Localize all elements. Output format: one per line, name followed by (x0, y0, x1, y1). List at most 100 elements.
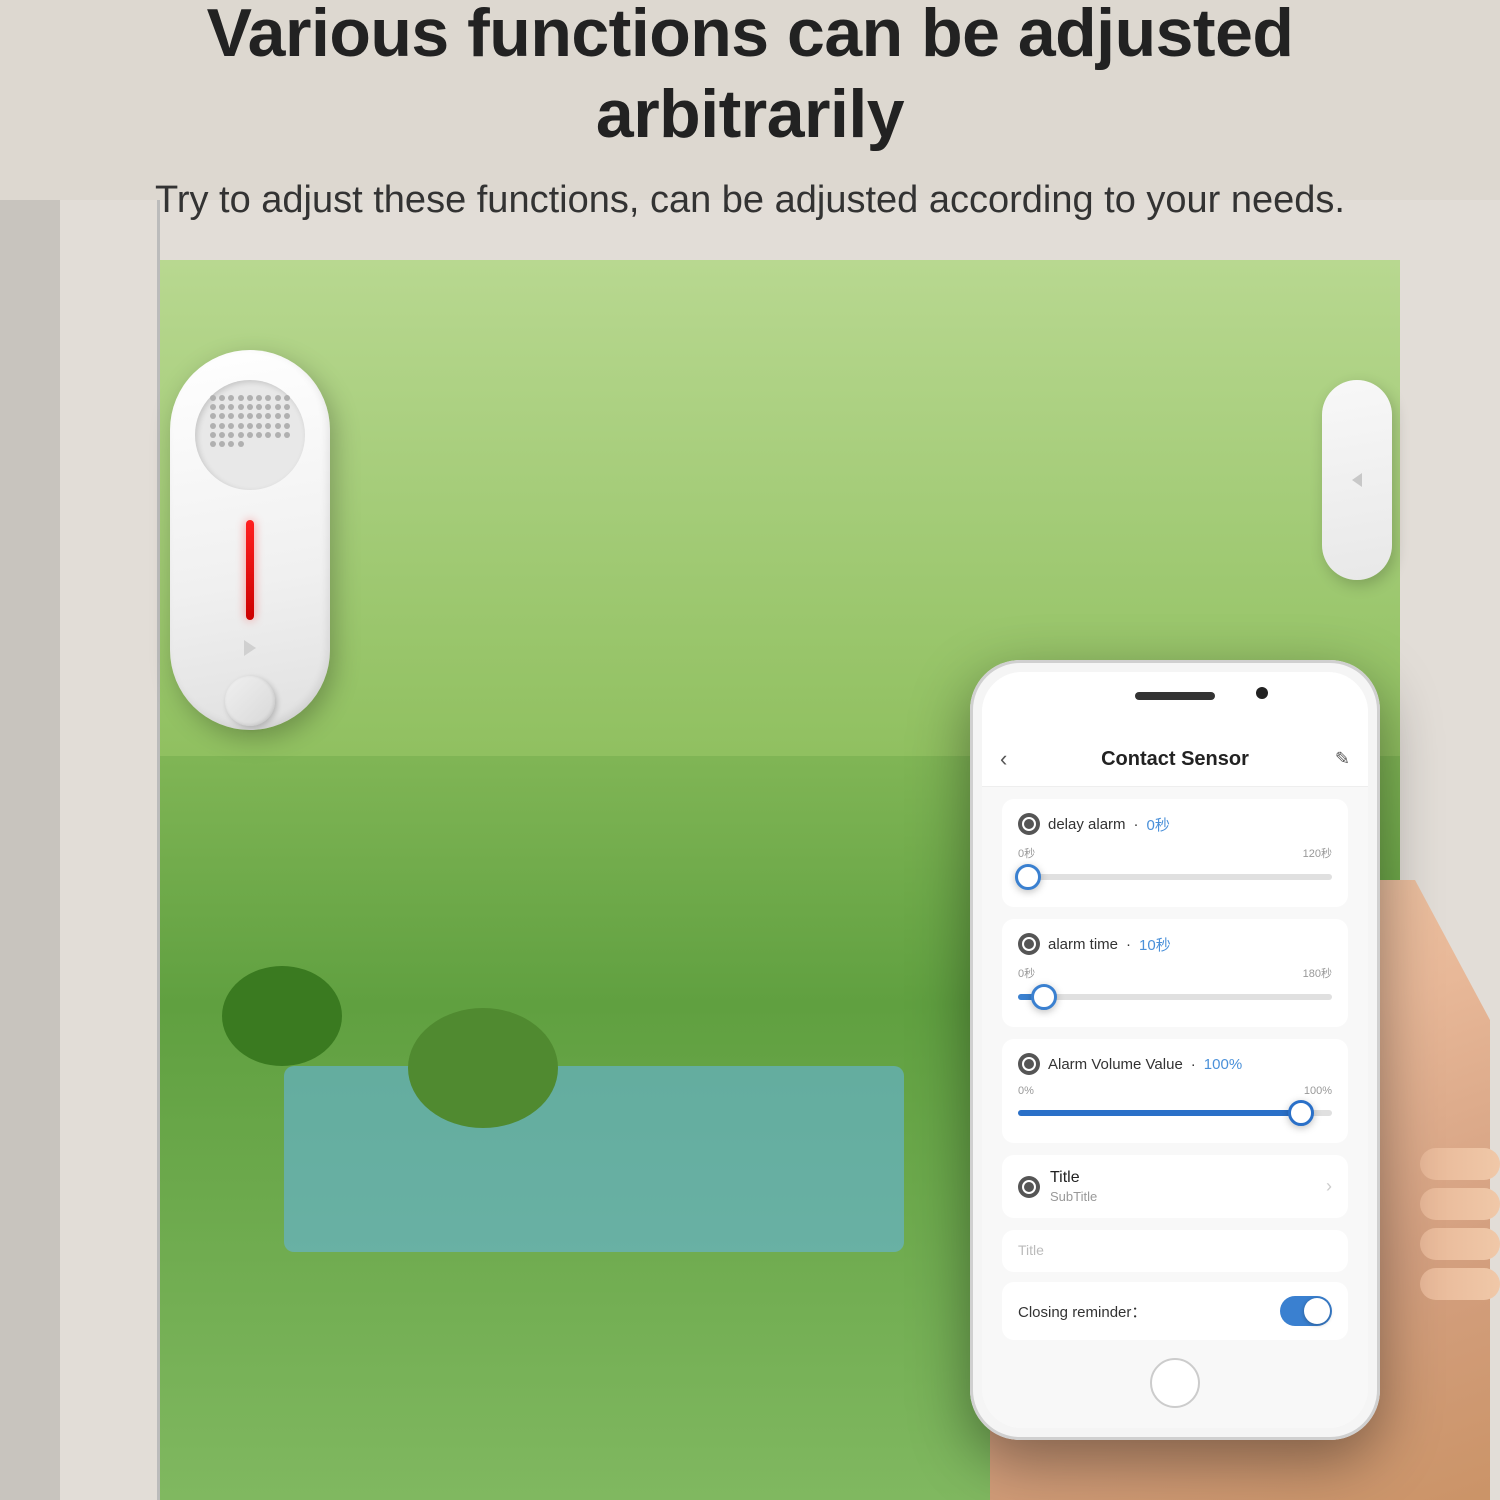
sub-heading: Try to adjust these functions, can be ad… (155, 174, 1345, 227)
closing-reminder-label: Closing reminder： (1018, 1301, 1146, 1322)
alarm-time-slider-labels: 0秒 180秒 (1018, 965, 1332, 981)
phone-body: ‹ Contact Sensor ✎ delay alarm (970, 660, 1380, 1440)
delay-alarm-value: 0秒 (1147, 814, 1170, 835)
edit-button[interactable]: ✎ (1335, 749, 1350, 770)
speaker-dot (265, 404, 271, 410)
speaker-dot (238, 432, 244, 438)
speaker-dot (238, 395, 244, 401)
speaker-dot (228, 423, 234, 429)
speaker-dot (238, 413, 244, 419)
alarm-volume-value: 100% (1204, 1056, 1242, 1073)
alarm-volume-thumb[interactable] (1288, 1100, 1314, 1126)
speaker-dot (275, 423, 281, 429)
delay-alarm-min-label: 0秒 (1018, 845, 1035, 861)
alarm-time-slider[interactable] (1018, 983, 1332, 1011)
title-subtitle-row[interactable]: Title SubTitle › (1002, 1155, 1348, 1218)
title-icon (1018, 1176, 1040, 1198)
speaker-dot (256, 423, 262, 429)
speaker-grille (195, 380, 305, 490)
bush-1 (222, 966, 342, 1066)
speaker-dot (238, 423, 244, 429)
title-col: Title SubTitle (1050, 1169, 1097, 1204)
delay-alarm-max-label: 120秒 (1303, 845, 1332, 861)
speaker-dot (219, 441, 225, 447)
speaker-dot (284, 395, 290, 401)
delay-alarm-separator: · (1134, 816, 1139, 833)
speaker-dot (275, 404, 281, 410)
alarm-volume-icon (1018, 1053, 1040, 1075)
speaker-dot (247, 413, 253, 419)
delay-alarm-slider[interactable] (1018, 863, 1332, 891)
phone-home-button[interactable] (1150, 1358, 1200, 1408)
phone-container: ‹ Contact Sensor ✎ delay alarm (950, 660, 1470, 1500)
device-arrow-icon (244, 640, 256, 656)
speaker-dot (210, 395, 216, 401)
speaker-dot (238, 404, 244, 410)
app-header: ‹ Contact Sensor ✎ (982, 732, 1368, 787)
title-input-row: Title (1002, 1230, 1348, 1272)
speaker-dot (228, 404, 234, 410)
magnet-arrow-icon (1352, 473, 1362, 487)
closing-reminder-toggle[interactable] (1280, 1296, 1332, 1326)
speaker-dot (238, 441, 244, 447)
speaker-dot (265, 395, 271, 401)
closing-reminder-row: Closing reminder： (1002, 1282, 1348, 1340)
delay-alarm-thumb[interactable] (1015, 864, 1041, 890)
speaker-dot (275, 395, 281, 401)
title-main-text: Title (1050, 1169, 1097, 1187)
speaker-dot (219, 413, 225, 419)
alarm-time-icon-inner (1022, 937, 1036, 951)
alarm-volume-separator: · (1191, 1056, 1196, 1073)
red-indicator (246, 520, 254, 620)
speaker-dot (256, 413, 262, 419)
delay-alarm-row: delay alarm · 0秒 0秒 120秒 (1002, 799, 1348, 907)
speaker-dot (284, 404, 290, 410)
speaker-dot (256, 432, 262, 438)
page-container: Various functions can be adjusted arbitr… (0, 0, 1500, 1500)
alarm-volume-max-label: 100% (1304, 1085, 1332, 1097)
finger-3 (1420, 1228, 1500, 1260)
bush-2 (408, 1008, 558, 1128)
alarm-time-track (1018, 994, 1332, 1000)
alarm-time-min-label: 0秒 (1018, 965, 1035, 981)
back-button[interactable]: ‹ (1000, 746, 1007, 772)
delay-alarm-slider-labels: 0秒 120秒 (1018, 845, 1332, 861)
main-heading: Various functions can be adjusted arbitr… (60, 0, 1440, 156)
speaker-dot (275, 413, 281, 419)
speaker-dot (284, 423, 290, 429)
scene-area: ‹ Contact Sensor ✎ delay alarm (0, 200, 1500, 1500)
alarm-volume-row: Alarm Volume Value · 100% 0% 100% (1002, 1039, 1348, 1143)
speaker-dot (284, 413, 290, 419)
speaker-dot (256, 395, 262, 401)
delay-alarm-label: delay alarm (1048, 816, 1126, 833)
finger-4 (1420, 1268, 1500, 1300)
phone-camera-icon (1256, 687, 1268, 699)
speaker-dot (219, 432, 225, 438)
title-icon-inner (1022, 1180, 1036, 1194)
alarm-volume-fill (1018, 1110, 1301, 1116)
alarm-time-row: alarm time · 10秒 0秒 180秒 (1002, 919, 1348, 1027)
speaker-dot (228, 441, 234, 447)
speaker-dot (219, 395, 225, 401)
alarm-volume-track (1018, 1110, 1332, 1116)
speaker-dot (247, 432, 253, 438)
speaker-dot (265, 432, 271, 438)
alarm-time-icon (1018, 933, 1040, 955)
speaker-dot (247, 423, 253, 429)
speaker-dot (265, 423, 271, 429)
speaker-dot (228, 432, 234, 438)
finger-1 (1420, 1148, 1500, 1180)
top-text-area: Various functions can be adjusted arbitr… (0, 0, 1500, 200)
device-button (225, 676, 275, 726)
delay-alarm-label-row: delay alarm · 0秒 (1018, 813, 1332, 835)
door-frame-left (60, 200, 160, 1500)
alarm-time-max-label: 180秒 (1303, 965, 1332, 981)
title-sub-text: SubTitle (1050, 1189, 1097, 1204)
alarm-volume-slider[interactable] (1018, 1099, 1332, 1127)
speaker-dot (284, 432, 290, 438)
alarm-time-thumb[interactable] (1031, 984, 1057, 1010)
alarm-time-value: 10秒 (1139, 934, 1171, 955)
speaker-dot (247, 404, 253, 410)
title-input-label: Title (1018, 1242, 1044, 1258)
speaker-dot (275, 432, 281, 438)
